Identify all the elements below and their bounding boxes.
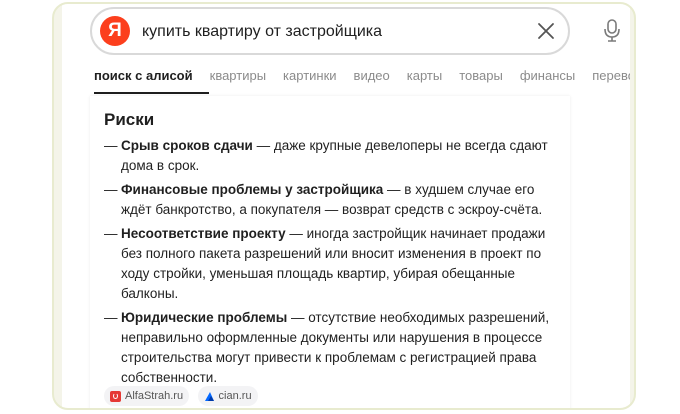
dash: — — [104, 138, 118, 153]
search-bar[interactable]: Я купить квартиру от застройщика — [90, 7, 570, 55]
risk-title: Финансовые проблемы у застройщика — [121, 182, 384, 197]
tab-alice-search[interactable]: поиск с алисой — [94, 68, 193, 83]
dash: — — [104, 182, 118, 197]
risk-title: Срыв сроков сдачи — [121, 138, 253, 153]
source-chips: AlfaStrah.ru cian.ru — [104, 386, 262, 407]
answer-heading: Риски — [104, 110, 155, 129]
tab-products[interactable]: товары — [459, 68, 503, 83]
tab-apartments[interactable]: квартиры — [210, 68, 266, 83]
source-label: AlfaStrah.ru — [125, 390, 184, 402]
microphone-icon[interactable] — [602, 19, 622, 43]
list-item: — Юридические проблемы — отсутствие необх… — [104, 308, 566, 388]
tab-images[interactable]: картинки — [283, 68, 337, 83]
risk-title: Несоответствие проекту — [121, 226, 286, 241]
answer-card: Риски — Срыв сроков сдачи — даже крупные … — [90, 96, 570, 408]
risk-list: — Срыв сроков сдачи — даже крупные девело… — [104, 136, 566, 392]
window-frame: Я купить квартиру от застройщика поиск с… — [52, 2, 636, 410]
cian-icon — [204, 391, 214, 401]
dash: — — [104, 310, 118, 325]
dash: — — [104, 226, 118, 241]
tab-video[interactable]: видео — [354, 68, 390, 83]
risk-title: Юридические проблемы — [121, 310, 288, 325]
source-chip-cian[interactable]: cian.ru — [197, 386, 258, 406]
list-item: — Несоответствие проекту — иногда застрой… — [104, 224, 566, 304]
list-item: — Финансовые проблемы у застройщика — в х… — [104, 180, 566, 220]
tab-finance[interactable]: финансы — [520, 68, 575, 83]
active-tab-indicator — [94, 92, 209, 94]
yandex-logo-icon[interactable]: Я — [100, 16, 130, 46]
list-item: — Срыв сроков сдачи — даже крупные девело… — [104, 136, 566, 176]
tab-maps[interactable]: карты — [407, 68, 442, 83]
search-input[interactable]: купить квартиру от застройщика — [142, 23, 382, 41]
close-icon[interactable] — [537, 22, 555, 40]
tab-translate[interactable]: перевод — [592, 68, 630, 83]
search-page: Я купить квартиру от застройщика поиск с… — [62, 4, 630, 408]
alfastrah-icon — [110, 390, 121, 402]
search-tabs: поиск с алисой квартиры картинки видео карты… — [94, 68, 630, 94]
source-chip-alfastrah[interactable]: AlfaStrah.ru — [104, 386, 190, 406]
source-label: cian.ru — [218, 390, 252, 402]
